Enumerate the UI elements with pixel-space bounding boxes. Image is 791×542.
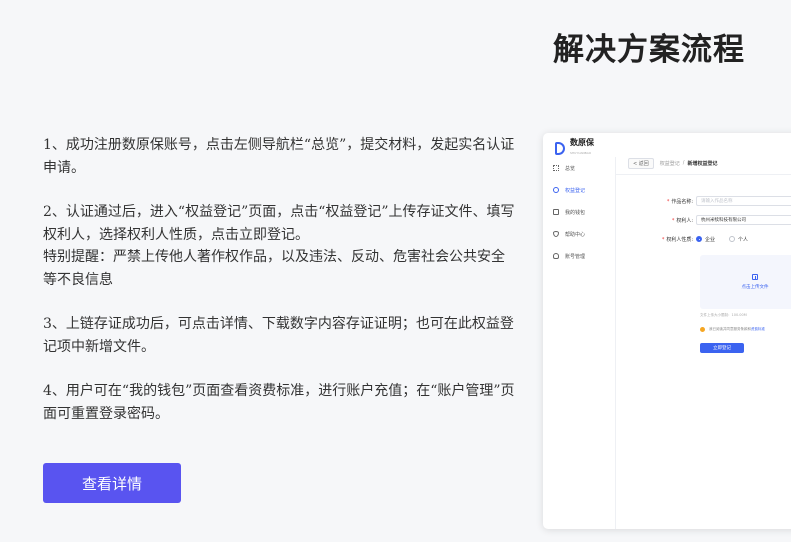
sidebar-item-overview[interactable]: 总览: [543, 157, 615, 179]
sidebar-item-account[interactable]: 账号管理: [543, 245, 615, 267]
agreement-notice: 我已阅读并同意服务条款和 资费标准: [700, 327, 765, 332]
owner-label: 权利人:: [676, 217, 693, 224]
circle-icon: [553, 187, 559, 193]
process-steps: 1、成功注册数原保账号，点击左侧导航栏“总览”，提交材料，发起实名认证申请。 2…: [43, 134, 518, 447]
sidebar-item-wallet[interactable]: 我的钱包: [543, 201, 615, 223]
app-screenshot-mockup: 数原保 SHUYUANBAO 总览 权益登记 我的钱包 帮助中心 账号管理 < …: [543, 133, 791, 529]
owner-nature-row: * 权利人性质: 企业 个人: [661, 236, 749, 243]
sidebar-item-label: 权益登记: [565, 187, 586, 194]
owner-nature-label: 权利人性质:: [666, 236, 693, 243]
step-text: 3、上链存证成功后，可点击详情、下载数字内容存证证明；也可在此权益登记项中新增文…: [43, 316, 514, 355]
owner-row: * 权利人:: [616, 215, 791, 225]
breadcrumb-separator: /: [682, 160, 685, 166]
sidebar-item-help[interactable]: 帮助中心: [543, 223, 615, 245]
breadcrumb: < 返回 权益登记 / 新增权益登记: [616, 152, 791, 175]
radio-enterprise[interactable]: 企业: [696, 236, 715, 243]
radio-unchecked-icon: [729, 236, 736, 242]
warning-icon: [700, 327, 705, 332]
shield-icon: [553, 231, 559, 237]
step-3: 3、上链存证成功后，可点击详情、下载数字内容存证证明；也可在此权益登记项中新增文…: [43, 313, 518, 358]
step-4: 4、用户可在“我的钱包”页面查看资费标准，进行账户充值；在“账户管理”页面可重置…: [43, 380, 518, 425]
file-upload-area[interactable]: 点击上传文件: [700, 255, 791, 309]
fee-standard-link[interactable]: 资费标准: [751, 327, 765, 332]
upload-icon: [752, 274, 758, 280]
radio-checked-icon: [696, 236, 702, 242]
agreement-text: 我已阅读并同意服务条款和: [709, 327, 751, 331]
radio-individual[interactable]: 个人: [729, 236, 748, 243]
sidebar-item-label: 总览: [565, 165, 576, 172]
brand-name: 数原保: [570, 138, 594, 147]
step-text: 4、用户可在“我的钱包”页面查看资费标准，进行账户充值；在“账户管理”页面可重置…: [43, 383, 515, 422]
sidebar-item-label: 账号管理: [565, 253, 586, 260]
step-1: 1、成功注册数原保账号，点击左侧导航栏“总览”，提交材料，发起实名认证申请。: [43, 134, 518, 179]
view-details-button[interactable]: 查看详情: [43, 463, 181, 503]
owner-input[interactable]: [696, 215, 791, 225]
work-name-row: * 作品名称:: [616, 196, 791, 206]
step-2: 2、认证通过后，进入“权益登记”页面，点击“权益登记”上传存证文件、填写权利人，…: [43, 201, 518, 291]
step-text: 1、成功注册数原保账号，点击左侧导航栏“总览”，提交材料，发起实名认证申请。: [43, 137, 515, 176]
work-name-label: 作品名称:: [671, 198, 693, 205]
back-button[interactable]: < 返回: [628, 157, 654, 169]
sidebar-item-label: 帮助中心: [565, 231, 586, 238]
work-name-input[interactable]: [696, 196, 791, 206]
register-now-button[interactable]: 立即登记: [700, 343, 744, 353]
sidebar: 总览 权益登记 我的钱包 帮助中心 账号管理: [543, 157, 616, 529]
breadcrumb-parent[interactable]: 权益登记: [660, 160, 680, 167]
upload-text: 点击上传文件: [741, 285, 769, 290]
grid-icon: [553, 165, 559, 171]
sidebar-item-rights-registration[interactable]: 权益登记: [543, 179, 615, 201]
brand-logo: 数原保 SHUYUANBAO: [555, 138, 594, 158]
upload-size-hint: 文件上传大小限制：100.00M: [700, 313, 747, 317]
user-icon: [553, 253, 559, 259]
radio-label: 个人: [738, 236, 749, 243]
step-text: 2、认证通过后，进入“权益登记”页面，点击“权益登记”上传存证文件、填写权利人，…: [43, 204, 515, 243]
radio-label: 企业: [705, 236, 716, 243]
sidebar-item-label: 我的钱包: [565, 209, 586, 216]
breadcrumb-current: 新增权益登记: [687, 160, 718, 167]
page-title: 解决方案流程: [553, 32, 745, 68]
wallet-icon: [553, 209, 559, 215]
logo-icon: [555, 141, 565, 155]
step-warning: 特别提醒：严禁上传他人著作权作品，以及违法、反动、危害社会公共安全等不良信息: [43, 249, 505, 288]
